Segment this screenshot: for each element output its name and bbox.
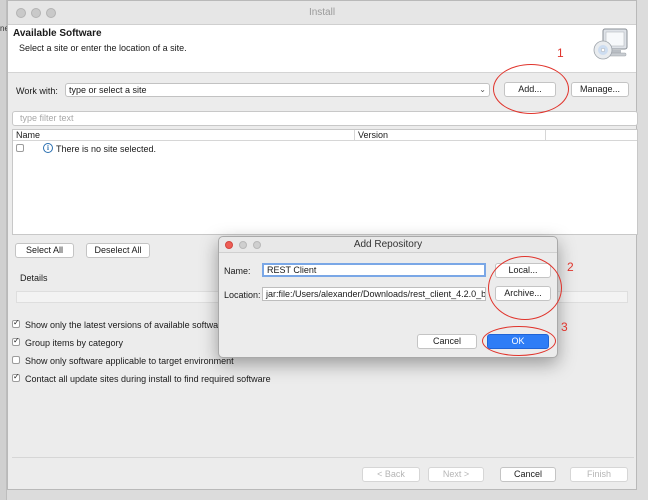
annotation-number-3: 3 (561, 320, 568, 334)
column-header-name[interactable]: Name (16, 130, 40, 141)
chevron-updown-icon: ⌄ (479, 85, 486, 94)
manage-sites-button[interactable]: Manage... (571, 82, 629, 97)
next-button[interactable]: Next > (428, 467, 484, 482)
option-label: Contact all update sites during install … (25, 374, 271, 384)
deselect-all-button[interactable]: Deselect All (86, 243, 150, 258)
work-with-label: Work with: (16, 86, 58, 96)
location-label: Location: (224, 290, 261, 300)
column-header-version[interactable]: Version (358, 130, 388, 141)
annotation-ring-ok (482, 326, 556, 356)
option-label: Show only software applicable to target … (25, 356, 234, 366)
checkbox[interactable] (12, 336, 20, 346)
annotation-number-1: 1 (557, 46, 564, 60)
details-label: Details (20, 273, 48, 283)
dialog-title-bar: Add Repository (219, 237, 557, 253)
page-subtitle: Select a site or enter the location of a… (19, 43, 187, 53)
annotation-number-2: 2 (567, 260, 574, 274)
dialog-title: Add Repository (353, 239, 423, 250)
annotation-ring-add (493, 64, 569, 114)
column-divider (545, 130, 546, 141)
work-with-combo[interactable]: type or select a site ⌄ (65, 83, 490, 97)
checkbox[interactable] (12, 356, 20, 364)
back-button[interactable]: < Back (362, 467, 420, 482)
finish-button[interactable]: Finish (570, 467, 628, 482)
work-with-value: type or select a site (69, 85, 147, 95)
filter-input[interactable]: type filter text (12, 111, 638, 126)
row-checkbox[interactable] (16, 144, 24, 152)
repository-location-field[interactable]: jar:file:/Users/alexander/Downloads/rest… (262, 287, 486, 301)
checkbox[interactable] (12, 372, 20, 382)
info-icon: i (43, 143, 53, 153)
option-label: Show only the latest versions of availab… (25, 320, 227, 330)
background-window-edge: ne (0, 0, 9, 500)
software-table: Name Version i There is no site selected… (12, 129, 638, 235)
checkbox[interactable] (12, 318, 20, 328)
name-label: Name: (224, 266, 251, 276)
no-site-message: There is no site selected. (56, 144, 157, 154)
column-divider (354, 130, 355, 141)
annotation-ring-archive (488, 256, 562, 320)
repository-name-field[interactable]: REST Client (262, 263, 486, 277)
table-header: Name Version (13, 130, 637, 141)
select-all-button[interactable]: Select All (15, 243, 74, 258)
page-title: Available Software (13, 28, 102, 39)
title-bar: Install (8, 1, 636, 25)
install-monitor-icon (593, 28, 628, 60)
cancel-button[interactable]: Cancel (500, 467, 556, 482)
table-row: i There is no site selected. (13, 142, 637, 156)
option-label: Group items by category (25, 338, 124, 348)
dialog-cancel-button[interactable]: Cancel (417, 334, 477, 349)
window-title: Install (308, 7, 336, 18)
footer-divider (12, 457, 634, 458)
